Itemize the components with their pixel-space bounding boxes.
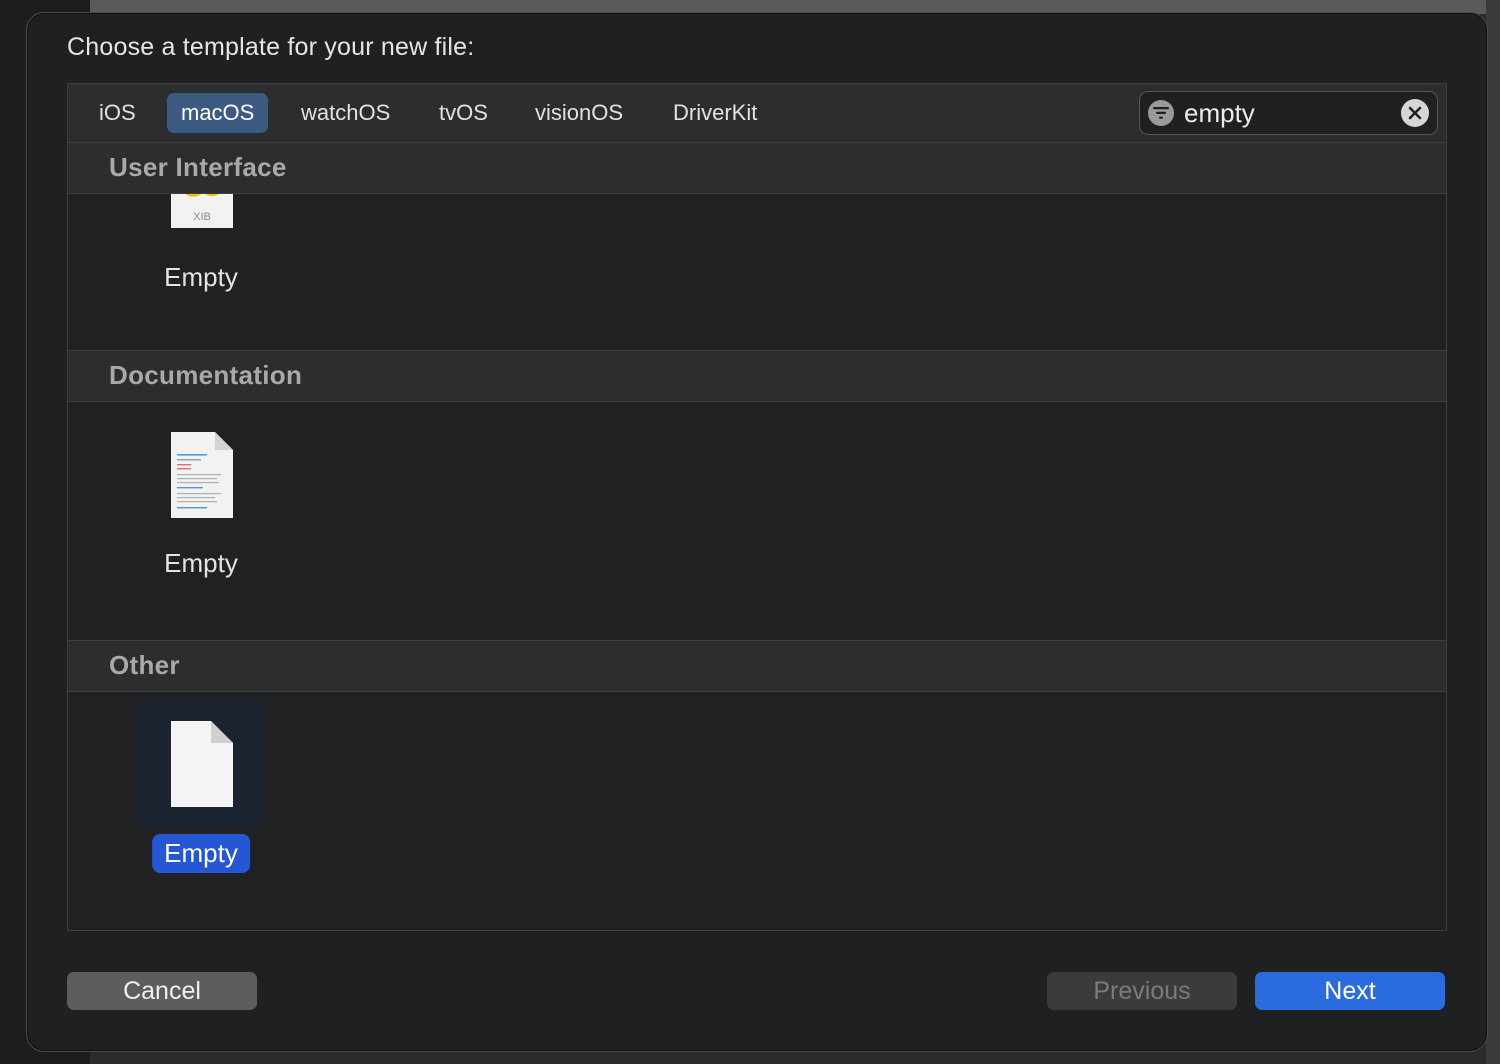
- platform-tab-bar: iOS macOS watchOS tvOS visionOS DriverKi…: [68, 84, 1446, 143]
- sheet-title: Choose a template for your new file:: [67, 33, 475, 61]
- tab-driverkit[interactable]: DriverKit: [659, 93, 771, 133]
- section-title: User Interface: [109, 152, 287, 182]
- section-header-documentation: Documentation: [68, 350, 1446, 402]
- clear-icon[interactable]: [1401, 99, 1429, 127]
- section-header-other: Other: [68, 640, 1446, 692]
- section-header-user-interface: User Interface: [68, 142, 1446, 194]
- background-window-right: [1486, 0, 1500, 1064]
- filter-icon[interactable]: [1148, 100, 1174, 126]
- tab-tvos[interactable]: tvOS: [425, 93, 502, 133]
- next-button[interactable]: Next: [1255, 972, 1445, 1010]
- tab-watchos[interactable]: watchOS: [287, 93, 404, 133]
- search-input[interactable]: [1182, 96, 1396, 130]
- section-title: Other: [109, 650, 180, 680]
- template-label-selected: Empty: [152, 834, 250, 873]
- template-chooser: iOS macOS watchOS tvOS visionOS DriverKi…: [67, 83, 1447, 931]
- documentation-file-icon: [171, 432, 233, 518]
- previous-button[interactable]: Previous: [1047, 972, 1237, 1010]
- section-title: Documentation: [109, 360, 303, 390]
- template-item-other-empty[interactable]: Empty: [137, 701, 265, 891]
- section-body-documentation: Empty: [68, 402, 1446, 639]
- svg-text:XIB: XIB: [193, 211, 211, 223]
- template-label: Empty: [164, 548, 238, 578]
- new-file-template-sheet: Choose a template for your new file: iOS…: [26, 12, 1488, 1052]
- xib-file-icon: XIB: [171, 194, 233, 228]
- tab-visionos[interactable]: visionOS: [521, 93, 637, 133]
- blank-file-icon: [171, 721, 233, 807]
- section-body-other: Empty: [68, 692, 1446, 929]
- cancel-button[interactable]: Cancel: [67, 972, 257, 1010]
- tab-ios[interactable]: iOS: [85, 93, 150, 133]
- template-label: Empty: [164, 262, 238, 292]
- template-filter-field[interactable]: [1139, 91, 1438, 135]
- template-item-ui-empty[interactable]: XIB Empty: [137, 194, 265, 349]
- template-item-documentation-empty[interactable]: Empty: [137, 402, 265, 639]
- section-body-user-interface: XIB Empty: [68, 194, 1446, 349]
- tab-macos[interactable]: macOS: [167, 93, 269, 133]
